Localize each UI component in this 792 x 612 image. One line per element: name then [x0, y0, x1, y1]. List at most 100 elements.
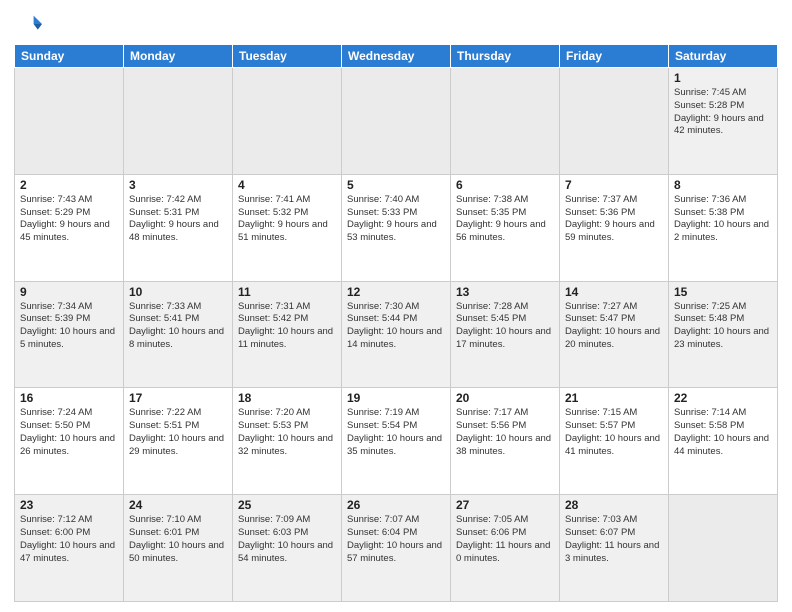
day-info: Sunrise: 7:43 AM Sunset: 5:29 PM Dayligh… — [20, 194, 118, 245]
weekday-header-monday: Monday — [124, 45, 233, 68]
day-info: Sunrise: 7:45 AM Sunset: 5:28 PM Dayligh… — [674, 87, 772, 138]
calendar-cell: 5 Sunrise: 7:40 AM Sunset: 5:33 PM Daylig… — [342, 174, 451, 281]
day-info: Sunrise: 7:37 AM Sunset: 5:36 PM Dayligh… — [565, 194, 663, 245]
day-info: Sunrise: 7:36 AM Sunset: 5:38 PM Dayligh… — [674, 194, 772, 245]
day-number: 22 — [674, 391, 772, 405]
day-number: 18 — [238, 391, 336, 405]
day-number: 11 — [238, 285, 336, 299]
calendar-cell: 12 Sunrise: 7:30 AM Sunset: 5:44 PM Dayli… — [342, 281, 451, 388]
calendar-cell: 11 Sunrise: 7:31 AM Sunset: 5:42 PM Dayli… — [233, 281, 342, 388]
day-info: Sunrise: 7:27 AM Sunset: 5:47 PM Dayligh… — [565, 301, 663, 352]
day-number: 15 — [674, 285, 772, 299]
day-number: 25 — [238, 498, 336, 512]
day-info: Sunrise: 7:09 AM Sunset: 6:03 PM Dayligh… — [238, 514, 336, 565]
calendar-cell: 8 Sunrise: 7:36 AM Sunset: 5:38 PM Daylig… — [669, 174, 778, 281]
logo-icon — [14, 10, 42, 38]
day-info: Sunrise: 7:34 AM Sunset: 5:39 PM Dayligh… — [20, 301, 118, 352]
calendar-cell: 13 Sunrise: 7:28 AM Sunset: 5:45 PM Dayli… — [451, 281, 560, 388]
calendar-cell: 4 Sunrise: 7:41 AM Sunset: 5:32 PM Daylig… — [233, 174, 342, 281]
day-number: 6 — [456, 178, 554, 192]
calendar-cell: 16 Sunrise: 7:24 AM Sunset: 5:50 PM Dayli… — [15, 388, 124, 495]
calendar-cell: 9 Sunrise: 7:34 AM Sunset: 5:39 PM Daylig… — [15, 281, 124, 388]
day-info: Sunrise: 7:20 AM Sunset: 5:53 PM Dayligh… — [238, 407, 336, 458]
calendar-cell: 7 Sunrise: 7:37 AM Sunset: 5:36 PM Daylig… — [560, 174, 669, 281]
calendar-cell: 28 Sunrise: 7:03 AM Sunset: 6:07 PM Dayli… — [560, 495, 669, 602]
calendar-cell — [15, 68, 124, 175]
day-info: Sunrise: 7:30 AM Sunset: 5:44 PM Dayligh… — [347, 301, 445, 352]
calendar-cell: 22 Sunrise: 7:14 AM Sunset: 5:58 PM Dayli… — [669, 388, 778, 495]
day-info: Sunrise: 7:28 AM Sunset: 5:45 PM Dayligh… — [456, 301, 554, 352]
day-info: Sunrise: 7:42 AM Sunset: 5:31 PM Dayligh… — [129, 194, 227, 245]
day-number: 19 — [347, 391, 445, 405]
calendar-cell: 18 Sunrise: 7:20 AM Sunset: 5:53 PM Dayli… — [233, 388, 342, 495]
day-info: Sunrise: 7:31 AM Sunset: 5:42 PM Dayligh… — [238, 301, 336, 352]
calendar-cell — [124, 68, 233, 175]
day-number: 10 — [129, 285, 227, 299]
weekday-header-thursday: Thursday — [451, 45, 560, 68]
calendar-cell: 21 Sunrise: 7:15 AM Sunset: 5:57 PM Dayli… — [560, 388, 669, 495]
calendar-cell: 27 Sunrise: 7:05 AM Sunset: 6:06 PM Dayli… — [451, 495, 560, 602]
calendar-cell: 14Sunrise: 7:27 AM Sunset: 5:47 PM Dayli… — [560, 281, 669, 388]
day-info: Sunrise: 7:38 AM Sunset: 5:35 PM Dayligh… — [456, 194, 554, 245]
calendar-cell: 6 Sunrise: 7:38 AM Sunset: 5:35 PM Daylig… — [451, 174, 560, 281]
day-info: Sunrise: 7:25 AM Sunset: 5:48 PM Dayligh… — [674, 301, 772, 352]
calendar-cell: 26 Sunrise: 7:07 AM Sunset: 6:04 PM Dayli… — [342, 495, 451, 602]
calendar-cell: 3 Sunrise: 7:42 AM Sunset: 5:31 PM Daylig… — [124, 174, 233, 281]
day-info: Sunrise: 7:10 AM Sunset: 6:01 PM Dayligh… — [129, 514, 227, 565]
day-info: Sunrise: 7:14 AM Sunset: 5:58 PM Dayligh… — [674, 407, 772, 458]
week-row-4: 23 Sunrise: 7:12 AM Sunset: 6:00 PM Dayli… — [15, 495, 778, 602]
day-number: 24 — [129, 498, 227, 512]
day-number: 12 — [347, 285, 445, 299]
calendar-cell — [233, 68, 342, 175]
day-info: Sunrise: 7:05 AM Sunset: 6:06 PM Dayligh… — [456, 514, 554, 565]
day-info: Sunrise: 7:19 AM Sunset: 5:54 PM Dayligh… — [347, 407, 445, 458]
weekday-header-saturday: Saturday — [669, 45, 778, 68]
calendar-cell: 19 Sunrise: 7:19 AM Sunset: 5:54 PM Dayli… — [342, 388, 451, 495]
weekday-header-friday: Friday — [560, 45, 669, 68]
day-number: 23 — [20, 498, 118, 512]
day-info: Sunrise: 7:33 AM Sunset: 5:41 PM Dayligh… — [129, 301, 227, 352]
calendar: SundayMondayTuesdayWednesdayThursdayFrid… — [14, 44, 778, 602]
calendar-cell — [560, 68, 669, 175]
day-info: Sunrise: 7:07 AM Sunset: 6:04 PM Dayligh… — [347, 514, 445, 565]
calendar-cell: 15 Sunrise: 7:25 AM Sunset: 5:48 PM Dayli… — [669, 281, 778, 388]
calendar-cell: 23 Sunrise: 7:12 AM Sunset: 6:00 PM Dayli… — [15, 495, 124, 602]
logo — [14, 10, 46, 38]
day-number: 13 — [456, 285, 554, 299]
day-info: Sunrise: 7:24 AM Sunset: 5:50 PM Dayligh… — [20, 407, 118, 458]
day-info: Sunrise: 7:22 AM Sunset: 5:51 PM Dayligh… — [129, 407, 227, 458]
calendar-cell: 10 Sunrise: 7:33 AM Sunset: 5:41 PM Dayli… — [124, 281, 233, 388]
calendar-cell — [342, 68, 451, 175]
week-row-1: 2 Sunrise: 7:43 AM Sunset: 5:29 PM Daylig… — [15, 174, 778, 281]
day-info: Sunrise: 7:03 AM Sunset: 6:07 PM Dayligh… — [565, 514, 663, 565]
day-number: 2 — [20, 178, 118, 192]
day-number: 8 — [674, 178, 772, 192]
calendar-cell: 20 Sunrise: 7:17 AM Sunset: 5:56 PM Dayli… — [451, 388, 560, 495]
day-number: 16 — [20, 391, 118, 405]
day-number: 27 — [456, 498, 554, 512]
day-number: 26 — [347, 498, 445, 512]
weekday-header-sunday: Sunday — [15, 45, 124, 68]
day-info: Sunrise: 7:12 AM Sunset: 6:00 PM Dayligh… — [20, 514, 118, 565]
day-info: Sunrise: 7:41 AM Sunset: 5:32 PM Dayligh… — [238, 194, 336, 245]
day-number: 4 — [238, 178, 336, 192]
calendar-cell — [669, 495, 778, 602]
day-number: 3 — [129, 178, 227, 192]
day-number: 21 — [565, 391, 663, 405]
weekday-header-wednesday: Wednesday — [342, 45, 451, 68]
day-number: 28 — [565, 498, 663, 512]
day-number: 17 — [129, 391, 227, 405]
day-info: Sunrise: 7:17 AM Sunset: 5:56 PM Dayligh… — [456, 407, 554, 458]
week-row-2: 9 Sunrise: 7:34 AM Sunset: 5:39 PM Daylig… — [15, 281, 778, 388]
day-number: 9 — [20, 285, 118, 299]
day-info: Sunrise: 7:40 AM Sunset: 5:33 PM Dayligh… — [347, 194, 445, 245]
weekday-header-tuesday: Tuesday — [233, 45, 342, 68]
calendar-cell: 24 Sunrise: 7:10 AM Sunset: 6:01 PM Dayli… — [124, 495, 233, 602]
day-number: 5 — [347, 178, 445, 192]
calendar-cell: 17 Sunrise: 7:22 AM Sunset: 5:51 PM Dayli… — [124, 388, 233, 495]
day-number: 7 — [565, 178, 663, 192]
day-number: 20 — [456, 391, 554, 405]
weekday-header-row: SundayMondayTuesdayWednesdayThursdayFrid… — [15, 45, 778, 68]
calendar-cell — [451, 68, 560, 175]
day-info: Sunrise: 7:15 AM Sunset: 5:57 PM Dayligh… — [565, 407, 663, 458]
